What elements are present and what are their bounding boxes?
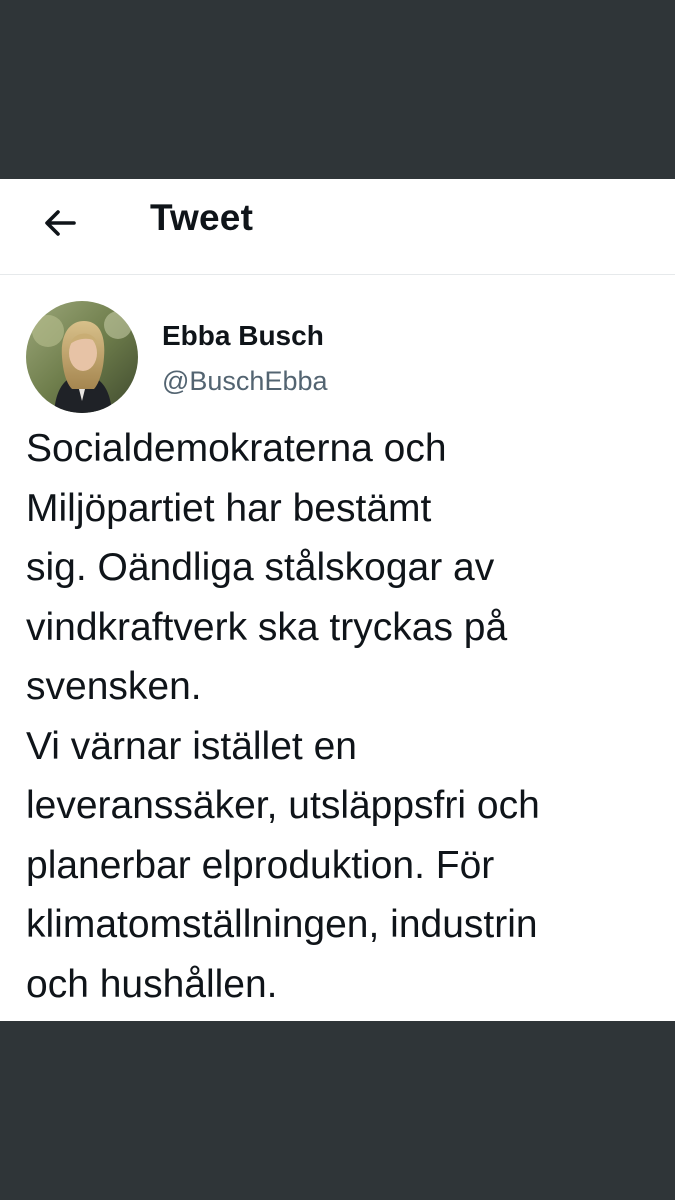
screenshot-frame: Tweet Ebba Busch @BuschEbba Socialdemokr… [0,0,675,1200]
arrow-left-icon [45,210,76,236]
avatar[interactable] [26,301,138,413]
tweet-header: Tweet [0,179,675,275]
tweet-card: Tweet Ebba Busch @BuschEbba Socialdemokr… [0,179,675,1021]
back-button[interactable] [30,193,90,253]
tweet-text: Socialdemokraterna och Miljöpartiet har … [26,427,540,1006]
avatar-image [26,301,138,413]
author-name[interactable]: Ebba Busch [162,320,324,352]
page-title: Tweet [150,197,254,238]
author-handle[interactable]: @BuschEbba [162,366,328,397]
